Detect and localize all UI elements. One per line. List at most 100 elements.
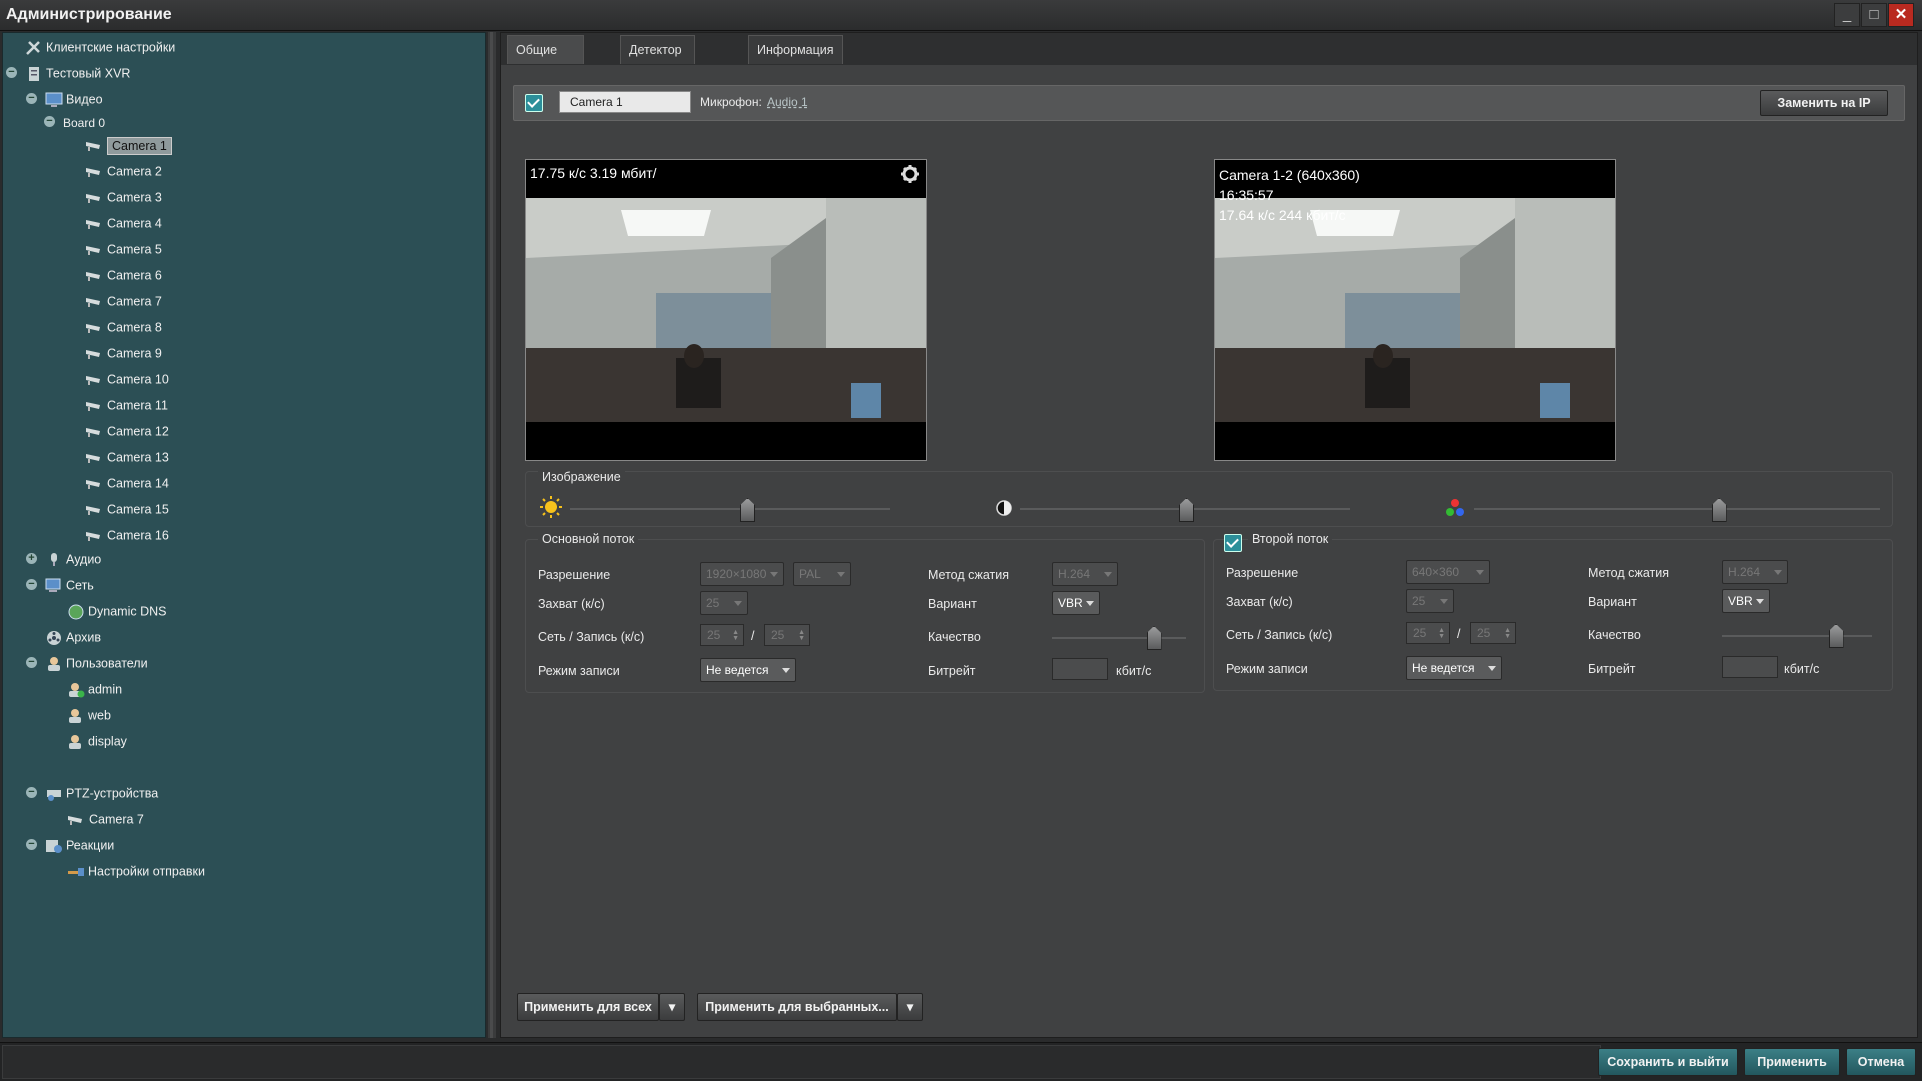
- camera-enabled-checkbox[interactable]: [525, 94, 543, 112]
- maximize-button[interactable]: □: [1861, 3, 1887, 27]
- tree-item-label: web: [88, 708, 111, 723]
- tree-item-board[interactable]: − Board 0: [44, 112, 105, 132]
- tree-item-camera[interactable]: Camera 11: [85, 393, 168, 417]
- tree-item-xvr[interactable]: − Тестовый XVR: [6, 61, 130, 85]
- tree-item-camera[interactable]: Camera 7: [85, 289, 162, 313]
- tree-item-ddns[interactable]: Dynamic DNS: [67, 599, 167, 623]
- brightness-slider-thumb[interactable]: [740, 498, 755, 522]
- chevron-down-icon: ▾: [668, 1000, 676, 1014]
- spin-arrows-icon[interactable]: ▲ ▼: [798, 629, 805, 642]
- tree-item-video[interactable]: − Видео: [26, 87, 103, 111]
- tree-item-camera[interactable]: Camera 13: [85, 445, 169, 469]
- tree-item-camera[interactable]: Camera 10: [85, 367, 169, 391]
- tree-item-camera[interactable]: Camera 8: [85, 315, 162, 339]
- collapse-toggle[interactable]: −: [6, 67, 17, 78]
- capture-select[interactable]: 25: [700, 591, 748, 615]
- microphone-link[interactable]: Audio 1: [767, 95, 808, 109]
- spin-arrows-icon[interactable]: ▲ ▼: [1438, 627, 1445, 640]
- bitrate-input[interactable]: [1722, 656, 1778, 678]
- bitrate-label: Битрейт: [928, 664, 976, 678]
- quality-slider-track[interactable]: [1052, 637, 1186, 639]
- tree-item-camera[interactable]: Camera 4: [85, 211, 162, 235]
- tree-item-user[interactable]: admin: [67, 677, 122, 701]
- tree-item-camera[interactable]: Camera 2: [85, 159, 162, 183]
- replace-with-ip-button[interactable]: Заменить на IP: [1760, 90, 1888, 116]
- codec-label: Метод сжатия: [928, 568, 1010, 582]
- tab-info[interactable]: Информация: [748, 35, 843, 64]
- apply-button[interactable]: Применить: [1744, 1048, 1840, 1076]
- quality-label: Качество: [928, 630, 981, 644]
- tree-item-archive[interactable]: Архив: [45, 625, 101, 649]
- tree-item-ptz[interactable]: − PTZ-устройства: [26, 781, 158, 805]
- collapse-toggle[interactable]: −: [26, 787, 37, 798]
- brightness-slider-track[interactable]: [570, 508, 890, 510]
- capture-select[interactable]: 25: [1406, 589, 1454, 613]
- tree-item-camera[interactable]: Camera 1: [85, 133, 172, 157]
- codec-select[interactable]: H.264: [1722, 560, 1788, 584]
- apply-all-button[interactable]: Применить для всех: [517, 993, 659, 1021]
- codec-label: Метод сжатия: [1588, 566, 1670, 580]
- tree-item-label: Camera 2: [107, 164, 162, 179]
- video-standard-select[interactable]: PAL: [793, 562, 851, 586]
- record-mode-select[interactable]: Не ведется: [700, 658, 796, 682]
- tree-item-camera[interactable]: Camera 5: [85, 237, 162, 261]
- panel-splitter[interactable]: [488, 32, 496, 1038]
- close-button[interactable]: ✕: [1888, 3, 1914, 27]
- record-fps-spinner[interactable]: 25 ▲ ▼: [1470, 622, 1516, 644]
- tree-item-camera[interactable]: Camera 3: [85, 185, 162, 209]
- net-fps-spinner[interactable]: 25 ▲ ▼: [1406, 622, 1450, 644]
- gear-icon[interactable]: [900, 164, 920, 184]
- net-fps-spinner[interactable]: 25 ▲ ▼: [700, 624, 744, 646]
- tree-item-camera[interactable]: Camera 15: [85, 497, 169, 521]
- tab-general[interactable]: Общие настройки: [507, 35, 585, 85]
- tree-item-send-settings[interactable]: Настройки отправки: [67, 859, 205, 883]
- tree-item-user[interactable]: web: [67, 703, 111, 727]
- collapse-toggle[interactable]: −: [26, 579, 37, 590]
- tree-item-camera[interactable]: Camera 6: [85, 263, 162, 287]
- tree-item-ptz-camera[interactable]: Camera 7: [67, 807, 144, 831]
- codec-select[interactable]: H.264: [1052, 562, 1118, 586]
- collapse-toggle[interactable]: −: [26, 839, 37, 850]
- collapse-toggle[interactable]: −: [44, 116, 55, 127]
- camera-name-input[interactable]: Camera 1: [559, 91, 691, 113]
- tree-item-camera[interactable]: Camera 14: [85, 471, 169, 495]
- tree-item-camera[interactable]: Camera 9: [85, 341, 162, 365]
- apply-all-dropdown[interactable]: ▾: [659, 993, 685, 1021]
- tree-item-audio[interactable]: + Аудио: [26, 547, 101, 571]
- resolution-select[interactable]: 640×360: [1406, 560, 1490, 584]
- quality-slider-thumb[interactable]: [1828, 624, 1844, 648]
- tree-item-client-settings[interactable]: Клиентские настройки: [25, 35, 175, 59]
- tree-item-camera[interactable]: Camera 16: [85, 523, 169, 547]
- spin-arrows-icon[interactable]: ▲ ▼: [732, 629, 739, 642]
- quality-slider-track[interactable]: [1722, 635, 1872, 637]
- camera-icon: [86, 323, 100, 333]
- saturation-slider-thumb[interactable]: [1711, 498, 1727, 522]
- expand-toggle[interactable]: +: [26, 553, 37, 564]
- splitter-grip[interactable]: [490, 32, 493, 1038]
- tree-item-camera[interactable]: Camera 12: [85, 419, 169, 443]
- tab-motion-detector[interactable]: Детектор движения: [620, 35, 695, 85]
- collapse-toggle[interactable]: −: [26, 657, 37, 668]
- spin-arrows-icon[interactable]: ▲ ▼: [1504, 627, 1511, 640]
- save-and-exit-button[interactable]: Сохранить и выйти: [1598, 1048, 1738, 1076]
- record-fps-spinner[interactable]: 25 ▲ ▼: [764, 624, 810, 646]
- apply-selected-dropdown[interactable]: ▾: [897, 993, 923, 1021]
- tree-item-users[interactable]: − Пользователи: [26, 651, 148, 675]
- quality-slider-thumb[interactable]: [1146, 626, 1162, 650]
- cancel-button[interactable]: Отмена: [1846, 1048, 1916, 1076]
- tree-item-network[interactable]: − Сеть: [26, 573, 94, 597]
- tree-item-reactions[interactable]: − Реакции: [26, 833, 114, 857]
- minimize-button[interactable]: _: [1834, 3, 1860, 27]
- collapse-toggle[interactable]: −: [26, 93, 37, 104]
- variant-select[interactable]: VBR: [1052, 591, 1100, 615]
- apply-selected-button[interactable]: Применить для выбранных...: [697, 993, 897, 1021]
- resolution-select[interactable]: 1920×1080: [700, 562, 784, 586]
- tree-item-user[interactable]: display: [67, 729, 127, 753]
- variant-select[interactable]: VBR: [1722, 589, 1770, 613]
- contrast-slider-thumb[interactable]: [1179, 498, 1194, 522]
- saturation-slider-track[interactable]: [1474, 508, 1880, 510]
- record-mode-select[interactable]: Не ведется: [1406, 656, 1502, 680]
- bitrate-input[interactable]: [1052, 658, 1108, 680]
- tree-item-label: Camera 7: [107, 294, 162, 309]
- second-stream-checkbox[interactable]: [1224, 534, 1242, 552]
